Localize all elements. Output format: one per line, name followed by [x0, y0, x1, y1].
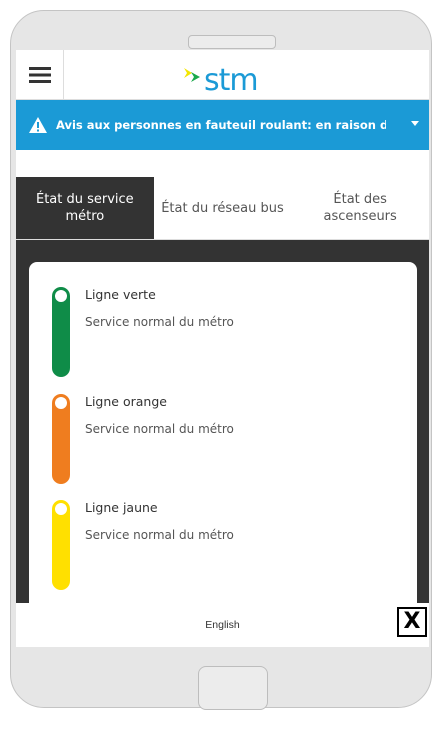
- line-name: Ligne orange: [85, 394, 167, 409]
- tab-elevators[interactable]: État des ascenseurs: [291, 177, 429, 240]
- phone-home-button[interactable]: [198, 666, 268, 710]
- line-status: Service normal du métro: [85, 315, 234, 329]
- logo-text: stm: [204, 63, 259, 98]
- chevron-down-icon[interactable]: [411, 121, 419, 127]
- language-link-english[interactable]: English: [205, 619, 239, 631]
- line-station-dot-icon: [55, 503, 67, 515]
- line-color-bar: [52, 394, 70, 484]
- metro-status-panel: Ligne verte Service normal du métro Lign…: [16, 240, 429, 647]
- warning-icon: [29, 117, 47, 133]
- metro-lines-card: Ligne verte Service normal du métro Lign…: [29, 262, 417, 647]
- line-station-dot-icon: [55, 397, 67, 409]
- line-color-bar: [52, 287, 70, 377]
- stm-logo[interactable]: stm: [184, 56, 259, 98]
- stm-logo-arrows-icon: [184, 68, 200, 82]
- list-item-line-orange[interactable]: Ligne orange Service normal du métro: [29, 394, 417, 494]
- line-color-bar: [52, 500, 70, 590]
- list-item-line-yellow[interactable]: Ligne jaune Service normal du métro: [29, 500, 417, 600]
- alert-banner[interactable]: Avis aux personnes en fauteuil roulant: …: [16, 100, 429, 150]
- line-station-dot-icon: [55, 290, 67, 302]
- alert-text: Avis aux personnes en fauteuil roulant: …: [56, 118, 386, 132]
- phone-speaker: [188, 35, 276, 49]
- line-name: Ligne verte: [85, 287, 156, 302]
- footer-bar: English X: [16, 603, 429, 647]
- menu-button[interactable]: [16, 50, 64, 100]
- list-item-line-green[interactable]: Ligne verte Service normal du métro: [29, 287, 417, 387]
- tab-bus-network[interactable]: État du réseau bus: [153, 177, 292, 240]
- tab-metro-service[interactable]: État du service métro: [16, 177, 154, 240]
- close-icon: X: [403, 609, 421, 634]
- service-tabs: État du service métro État du réseau bus…: [16, 177, 429, 240]
- close-button[interactable]: X: [397, 607, 427, 637]
- line-status: Service normal du métro: [85, 422, 234, 436]
- app-header: stm: [16, 50, 429, 100]
- line-status: Service normal du métro: [85, 528, 234, 542]
- app-screen: stm Avis aux personnes en fauteuil roula…: [16, 50, 429, 647]
- hamburger-menu-icon: [28, 67, 51, 83]
- line-name: Ligne jaune: [85, 500, 158, 515]
